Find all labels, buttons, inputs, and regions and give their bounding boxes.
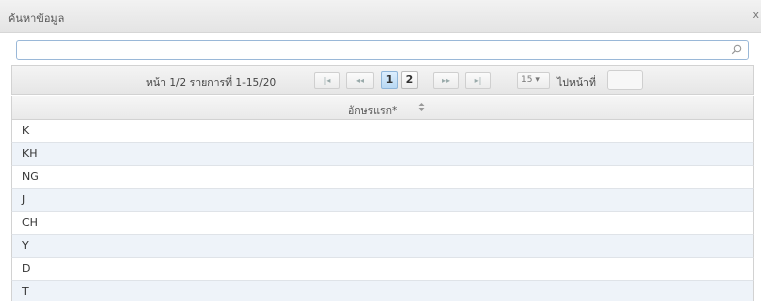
prev-page-button[interactable]: ◂◂ [346,72,374,89]
last-page-button[interactable]: ▸| [465,72,491,89]
goto-page-input[interactable] [607,70,643,90]
table-row[interactable]: T [11,281,754,301]
page-2-button[interactable]: 2 [401,71,418,89]
search-box [16,40,749,60]
column-header-first-letter[interactable]: อักษรแรก* [348,102,397,119]
pager-bar: หน้า 1/2 รายการที่ 1-15/20 |◂ ◂◂ 1 2 ▸▸ … [11,65,754,95]
table-row[interactable]: KH [11,143,754,166]
table-row[interactable]: Y [11,235,754,258]
table-row[interactable]: D [11,258,754,281]
table-row[interactable]: CH [11,212,754,235]
next-page-button[interactable]: ▸▸ [433,72,459,89]
close-icon[interactable]: x [752,8,759,21]
page-size-select[interactable]: 15 ▾ [517,72,550,89]
table-row[interactable]: NG [11,166,754,189]
goto-page-label: ไปหน้าที่ [557,77,596,89]
dialog-titlebar: ค้นหาข้อมูล x [0,0,761,33]
table-row[interactable]: J [11,189,754,212]
dialog-title: ค้นหาข้อมูล [8,12,65,25]
search-icon[interactable] [731,44,742,55]
search-input[interactable] [21,42,725,60]
sort-icon[interactable] [417,102,426,112]
first-page-button[interactable]: |◂ [314,72,340,89]
page-1-button[interactable]: 1 [381,71,398,89]
table-row[interactable]: K [11,120,754,143]
table-header: อักษรแรก* [11,96,754,120]
pager-info: หน้า 1/2 รายการที่ 1-15/20 [146,77,277,89]
